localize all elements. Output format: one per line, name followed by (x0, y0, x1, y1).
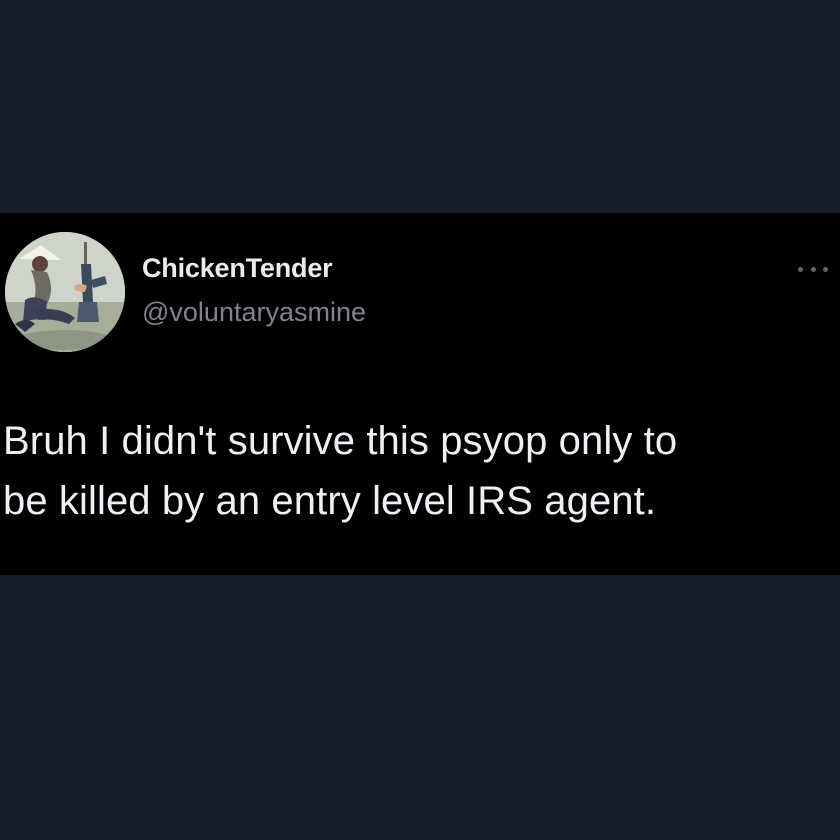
tweet-text-line: Bruh I didn't survive this psyop only to (3, 419, 678, 463)
author-avatar[interactable] (5, 232, 125, 352)
more-options-button[interactable] (798, 262, 828, 276)
more-horizontal-icon-dot (810, 266, 816, 272)
author-display-name[interactable]: ChickenTender (142, 253, 333, 284)
avatar-photo-icon (5, 232, 125, 352)
tweet-text: Bruh I didn't survive this psyop only to… (3, 411, 837, 531)
more-horizontal-icon-dot (798, 266, 803, 272)
author-handle[interactable]: @voluntaryasmine (142, 297, 366, 328)
tweet-text-line: be killed by an entry level IRS agent. (3, 479, 657, 523)
more-horizontal-icon-dot (823, 266, 828, 272)
